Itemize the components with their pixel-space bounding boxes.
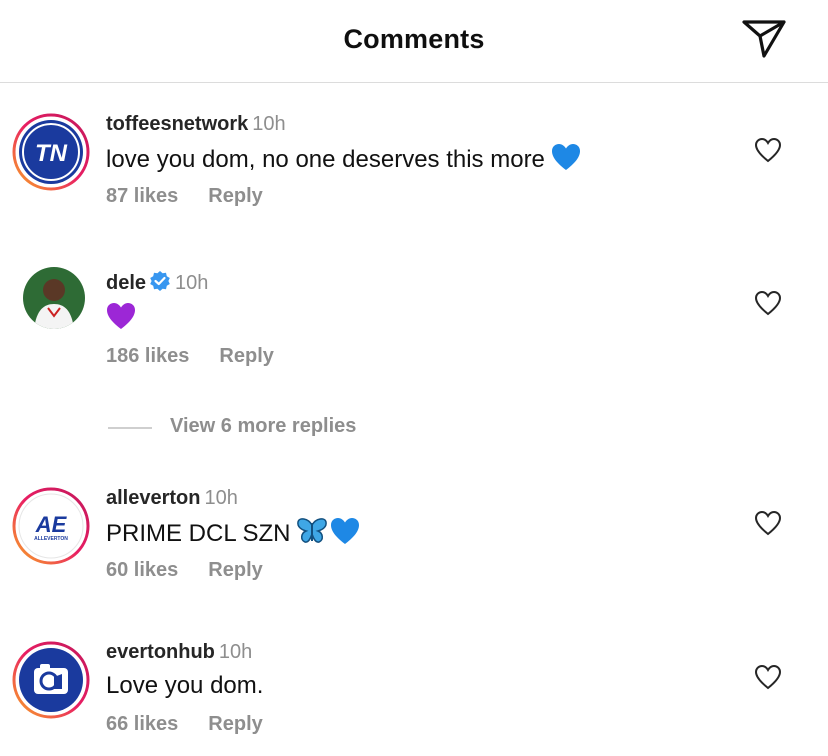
comment-meta: 60 likes Reply [106, 559, 263, 582]
comment-text [106, 302, 136, 337]
username-link[interactable]: evertonhub [106, 641, 215, 663]
reply-button[interactable]: Reply [208, 185, 262, 207]
comment-username-line: alleverton 10h [106, 487, 238, 510]
comment-username-line: dele 10h [106, 270, 208, 298]
avatar[interactable]: TN [12, 113, 90, 191]
avatar-subtext: ALLEVERTON [34, 536, 68, 542]
comment-text: PRIME DCL SZN [106, 517, 360, 552]
likes-count[interactable]: 60 likes [106, 559, 178, 581]
reply-button[interactable]: Reply [219, 345, 273, 367]
like-button[interactable] [754, 137, 782, 163]
verified-badge-icon [149, 270, 171, 298]
comment-meta: 87 likes Reply [106, 185, 263, 208]
heart-outline-icon [754, 510, 782, 536]
comment-body: love you dom, no one deserves this more [106, 146, 545, 173]
view-more-replies-label: View 6 more replies [170, 415, 357, 437]
avatar[interactable] [22, 266, 86, 330]
comment-text: love you dom, no one deserves this more [106, 143, 581, 178]
username-link[interactable]: dele [106, 272, 146, 294]
comment-time: 10h [175, 272, 209, 294]
like-button[interactable] [754, 510, 782, 536]
blue-heart-icon [330, 517, 360, 552]
comment-body: PRIME DCL SZN [106, 520, 291, 547]
like-button[interactable] [754, 290, 782, 316]
header-bar: Comments [0, 0, 828, 83]
heart-outline-icon [754, 290, 782, 316]
username-link[interactable]: alleverton [106, 487, 200, 509]
paper-plane-icon [742, 20, 786, 58]
avatar-initials: TN [35, 140, 68, 167]
comment-time: 10h [252, 113, 286, 135]
username-link[interactable]: toffeesnetwork [106, 113, 248, 135]
send-button[interactable] [740, 16, 788, 60]
reply-button[interactable]: Reply [208, 713, 262, 735]
avatar-initials: AE [35, 512, 68, 537]
avatar[interactable]: AE ALLEVERTON [12, 487, 90, 565]
comment-username-line: evertonhub 10h [106, 641, 252, 664]
page-title: Comments [343, 24, 485, 54]
comment-body: Love you dom. [106, 672, 264, 699]
comment-username-line: toffeesnetwork 10h [106, 113, 286, 136]
reply-divider-line [108, 427, 152, 429]
comment-time: 10h [204, 487, 238, 509]
avatar[interactable] [12, 641, 90, 719]
likes-count[interactable]: 87 likes [106, 185, 178, 207]
blue-heart-icon [551, 143, 581, 178]
purple-heart-icon [106, 302, 136, 337]
likes-count[interactable]: 186 likes [106, 345, 189, 367]
comment-time: 10h [218, 641, 253, 663]
comment-meta: 186 likes Reply [106, 345, 274, 368]
comment-text: Love you dom. [106, 672, 263, 700]
heart-outline-icon [754, 664, 782, 690]
like-button[interactable] [754, 664, 782, 690]
heart-outline-icon [754, 137, 782, 163]
comment-meta: 66 likes Reply [106, 713, 263, 736]
butterfly-icon [296, 517, 328, 552]
reply-button[interactable]: Reply [208, 559, 262, 581]
likes-count[interactable]: 66 likes [106, 713, 178, 735]
